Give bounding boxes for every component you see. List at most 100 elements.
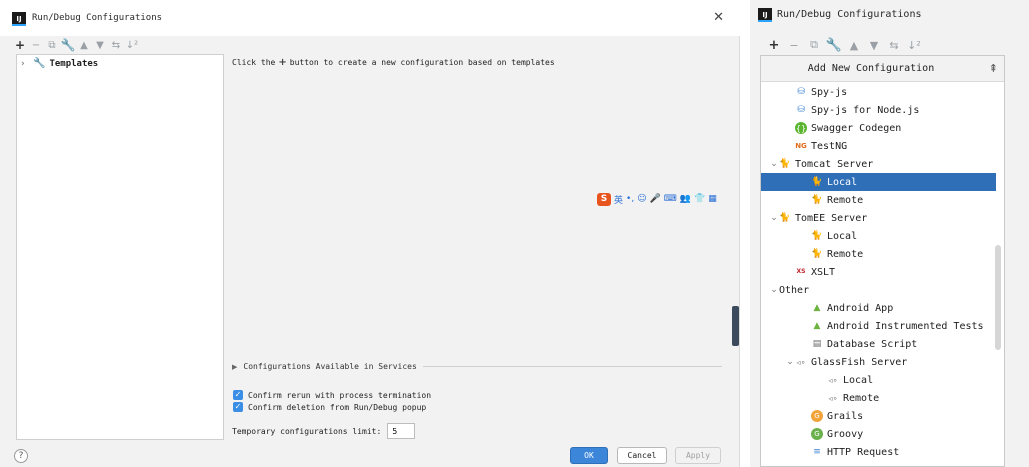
add-new-configuration-popup: Add New Configuration ⇞ ⛁ Spy-js ⛁ Spy-js f…: [760, 55, 1005, 467]
popup-header: Add New Configuration ⇞: [761, 56, 1004, 82]
list-item-label: Groovy: [827, 428, 864, 440]
chevron-down-icon[interactable]: ⌄: [785, 357, 795, 367]
ok-button[interactable]: OK: [570, 447, 608, 464]
spy-icon: ⛁: [797, 105, 805, 115]
move-up-button[interactable]: ▲: [844, 38, 864, 52]
chevron-right-icon[interactable]: ›: [21, 59, 29, 69]
list-item[interactable]: NG TestNG: [761, 137, 996, 155]
keyboard-icon[interactable]: ⌨: [664, 194, 677, 204]
confirm-rerun-checkbox[interactable]: ✓: [233, 390, 243, 400]
list-item[interactable]: ◃∘ Remote: [761, 389, 996, 407]
list-item[interactable]: 🐈 Local: [761, 227, 996, 245]
punctuation-icon[interactable]: •,: [626, 194, 634, 204]
list-item[interactable]: G Groovy: [761, 425, 996, 443]
chevron-down-icon[interactable]: ⌄: [769, 159, 779, 169]
list-item[interactable]: ▲ Android App: [761, 299, 996, 317]
cat-icon: 🐈: [811, 195, 823, 205]
temp-limit-input[interactable]: [387, 423, 416, 439]
add-configuration-button[interactable]: +: [764, 38, 784, 53]
confirm-deletion-row[interactable]: ✓ Confirm deletion from Run/Debug popup: [233, 402, 426, 412]
cancel-button[interactable]: Cancel: [617, 447, 667, 464]
move-down-button[interactable]: ▼: [92, 38, 108, 52]
emoji-icon[interactable]: ☺: [637, 194, 646, 204]
services-section[interactable]: ▶ Configurations Available in Services: [232, 362, 722, 371]
list-item-label: Other: [779, 284, 810, 296]
splitter-handle[interactable]: [732, 306, 739, 346]
copy-configuration-button[interactable]: ⧉: [44, 38, 60, 52]
list-item-label: TestNG: [811, 140, 848, 152]
users-icon[interactable]: 👥: [680, 194, 691, 204]
list-item[interactable]: ▲ Android Instrumented Tests: [761, 317, 996, 335]
tree-item-templates[interactable]: › 🔧 Templates: [21, 58, 98, 69]
list-item[interactable]: ⛁ Spy-js: [761, 83, 996, 101]
intellij-app-icon: IJ: [758, 8, 772, 22]
list-item[interactable]: ⌄ ◃∘ GlassFish Server: [761, 353, 996, 371]
cat-icon: 🐈: [779, 159, 791, 169]
close-icon[interactable]: ✕: [713, 10, 724, 25]
spy-icon: ⛁: [797, 87, 805, 97]
hint-text-end: button to create a new configuration bas…: [289, 58, 555, 67]
list-item-label: Local: [827, 176, 858, 188]
popup-scrollbar[interactable]: [995, 245, 1001, 350]
cat-icon: 🐈: [779, 213, 791, 223]
list-item-label: Android App: [827, 302, 894, 314]
list-item-label: GlassFish Server: [811, 356, 908, 368]
list-item-label: HTTP Request: [827, 446, 900, 458]
list-item[interactable]: 🐈 Remote: [761, 245, 996, 263]
list-item[interactable]: ⛁ Spy-js for Node.js: [761, 101, 996, 119]
dialog-titlebar: IJ Run/Debug Configurations: [750, 0, 1029, 32]
list-item[interactable]: ⌄ Other: [761, 281, 996, 299]
ime-toolbar: S 英 •, ☺ 🎤 ⌨ 👥 👕 ▦: [597, 192, 735, 206]
remove-configuration-button[interactable]: −: [784, 38, 804, 52]
andr-icon: ▲: [813, 303, 821, 313]
move-into-folder-button[interactable]: ⇆: [108, 38, 124, 52]
move-up-button[interactable]: ▲: [76, 38, 92, 52]
plus-icon: +: [278, 57, 287, 68]
list-item[interactable]: ⌄ 🐈 TomEE Server: [761, 209, 996, 227]
microphone-icon[interactable]: 🎤: [650, 194, 661, 204]
sort-configurations-button[interactable]: ↓²: [124, 38, 140, 52]
ime-language-toggle[interactable]: 英: [614, 193, 623, 206]
dialog-title: Run/Debug Configurations: [32, 13, 163, 23]
list-item[interactable]: XS XSLT: [761, 263, 996, 281]
sogou-logo-icon[interactable]: S: [597, 192, 611, 206]
sort-configurations-button[interactable]: ↓²: [904, 38, 924, 52]
add-configuration-button[interactable]: +: [12, 38, 28, 52]
apply-button[interactable]: Apply: [675, 447, 721, 464]
confirm-deletion-checkbox[interactable]: ✓: [233, 402, 243, 412]
chevron-down-icon[interactable]: ⌄: [769, 285, 779, 295]
list-item[interactable]: {} Swagger Codegen: [761, 119, 996, 137]
fish-icon: ◃∘: [796, 357, 806, 367]
confirm-rerun-row[interactable]: ✓ Confirm rerun with process termination: [233, 390, 431, 400]
chevron-down-icon[interactable]: ⌄: [769, 213, 779, 223]
list-item[interactable]: ◃∘ Local: [761, 371, 996, 389]
configuration-type-list: ⛁ Spy-js ⛁ Spy-js for Node.js {} Swagger Code…: [761, 83, 996, 461]
grid-menu-icon[interactable]: ▦: [708, 194, 717, 204]
wrench-icon: 🔧: [33, 58, 46, 69]
separator: [422, 366, 722, 367]
chevron-right-icon[interactable]: ▶: [232, 363, 237, 371]
move-down-button[interactable]: ▼: [864, 38, 884, 52]
edit-templates-wrench-icon[interactable]: 🔧: [60, 38, 76, 52]
list-item[interactable]: ≡ HTTP Request: [761, 443, 996, 461]
list-item[interactable]: G Grails: [761, 407, 996, 425]
list-item-label: Tomcat Server: [795, 158, 874, 170]
copy-configuration-button[interactable]: ⧉: [804, 38, 824, 52]
fish-icon: ◃∘: [828, 375, 838, 385]
skin-icon[interactable]: 👕: [694, 194, 705, 204]
remove-configuration-button[interactable]: −: [28, 38, 44, 52]
andr-icon: ▲: [813, 321, 821, 331]
help-icon[interactable]: ?: [14, 449, 28, 463]
list-item[interactable]: ⌄ 🐈 Tomcat Server: [761, 155, 996, 173]
list-item[interactable]: 🐈 Local: [761, 173, 996, 191]
list-item[interactable]: ▤ Database Script: [761, 335, 996, 353]
swag-icon: {}: [795, 122, 807, 134]
collapse-all-icon[interactable]: ⇞: [989, 62, 998, 75]
dialog-titlebar: IJ Run/Debug Configurations ✕: [0, 0, 740, 36]
edit-templates-wrench-icon[interactable]: 🔧: [824, 38, 844, 53]
list-item-label: Local: [827, 230, 858, 242]
list-item[interactable]: 🐈 Remote: [761, 191, 996, 209]
list-item-label: Swagger Codegen: [811, 122, 902, 134]
move-into-folder-button[interactable]: ⇆: [884, 38, 904, 52]
intellij-app-icon: IJ: [12, 12, 26, 26]
